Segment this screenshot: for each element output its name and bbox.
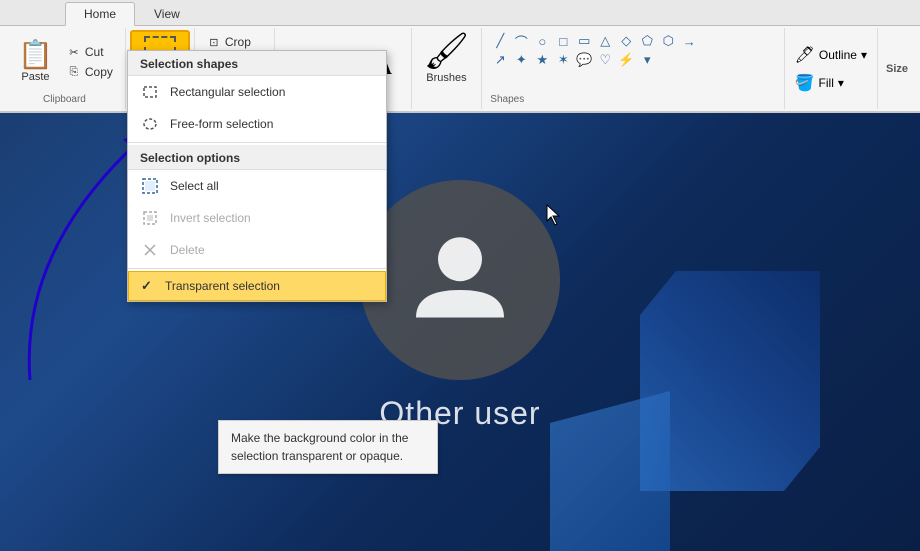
shapes-grid: ╱ ⌒ ○ □ ▭ △ ◇ ⬠ ⬡ → ↗ ✦ ★ ✶ 💬 ♡ ⚡ ▾ [490, 30, 775, 71]
paste-button[interactable]: 📋 Paste [12, 37, 59, 87]
copy-label: Copy [85, 65, 113, 79]
small-buttons: ✂ Cut ⎘ Copy [63, 43, 117, 81]
rectangular-selection-label: Rectangular selection [170, 85, 285, 99]
tab-bar: Home View [0, 0, 920, 26]
transparent-selection-label: Transparent selection [165, 279, 280, 293]
crop-label: Crop [225, 35, 251, 49]
selection-shapes-header: Selection shapes [128, 51, 386, 76]
free-form-selection-label: Free-form selection [170, 117, 273, 131]
shape-line[interactable]: ╱ [490, 32, 510, 50]
outline-button[interactable]: 🖊 Outline ▾ [791, 43, 871, 67]
selection-options-header: Selection options [128, 145, 386, 170]
avatar-circle [360, 180, 560, 380]
outline-icon: 🖊 [795, 45, 815, 65]
tab-home[interactable]: Home [65, 2, 135, 26]
outline-group: 🖊 Outline ▾ 🪣 Fill ▾ [785, 28, 878, 109]
shape-oval[interactable]: ○ [532, 32, 552, 50]
transparent-selection-item[interactable]: ✓ Transparent selection [128, 271, 386, 301]
shape-pentagon[interactable]: ⬠ [637, 32, 657, 50]
avatar-person [405, 224, 515, 337]
outline-chevron: ▾ [861, 48, 867, 62]
tooltip-text: Make the background color in the selecti… [231, 431, 408, 463]
shape-triangle[interactable]: △ [595, 32, 615, 50]
outline-label: Outline [819, 48, 857, 62]
rectangular-selection-icon [140, 82, 160, 102]
menu-divider-2 [128, 268, 386, 269]
size-label: Size [886, 63, 908, 75]
free-form-selection-icon [140, 114, 160, 134]
crop-button[interactable]: ⊡ Crop [203, 33, 266, 51]
clipboard-content: 📋 Paste ✂ Cut ⎘ Copy [12, 30, 117, 94]
paste-label: Paste [21, 71, 49, 83]
shape-arrow-right[interactable]: → [679, 32, 699, 50]
shape-star5[interactable]: ★ [532, 51, 552, 69]
shape-rect[interactable]: □ [553, 32, 573, 50]
invert-selection-item[interactable]: Invert selection [128, 202, 386, 234]
copy-icon: ⎘ [67, 65, 81, 79]
shape-star4[interactable]: ✦ [511, 51, 531, 69]
shape-more[interactable]: ▾ [637, 51, 657, 69]
select-all-label: Select all [170, 179, 219, 193]
clipboard-label: Clipboard [43, 94, 86, 107]
cut-label: Cut [85, 45, 104, 59]
menu-divider-1 [128, 142, 386, 143]
invert-selection-icon [140, 208, 160, 228]
crop-icon: ⊡ [207, 35, 221, 49]
dropdown-menu: Selection shapes Rectangular selection F… [127, 50, 387, 302]
invert-selection-label: Invert selection [170, 211, 251, 225]
delete-label: Delete [170, 243, 205, 257]
shape-callout[interactable]: 💬 [574, 51, 594, 69]
tab-view[interactable]: View [135, 2, 199, 25]
paste-icon: 📋 [18, 41, 53, 69]
fill-icon: 🪣 [795, 73, 815, 93]
cut-icon: ✂ [67, 45, 81, 59]
fill-label: Fill [819, 76, 834, 90]
select-all-icon [140, 176, 160, 196]
cut-button[interactable]: ✂ Cut [63, 43, 117, 61]
check-mark: ✓ [141, 278, 155, 294]
shape-curve[interactable]: ⌒ [511, 32, 531, 50]
shape-diamond[interactable]: ◇ [616, 32, 636, 50]
avatar-container: Other user [360, 180, 560, 432]
rectangular-selection-item[interactable]: Rectangular selection [128, 76, 386, 108]
fill-button[interactable]: 🪣 Fill ▾ [791, 71, 871, 95]
shape-arrow2[interactable]: ↗ [490, 51, 510, 69]
clipboard-group: 📋 Paste ✂ Cut ⎘ Copy Clipboard [4, 28, 126, 109]
delete-icon [140, 240, 160, 260]
shape-star6[interactable]: ✶ [553, 51, 573, 69]
shape-lightning[interactable]: ⚡ [616, 51, 636, 69]
brushes-group: 🖌 Brushes [412, 28, 483, 109]
delete-item[interactable]: Delete [128, 234, 386, 266]
fill-chevron: ▾ [838, 76, 844, 90]
shape-heart[interactable]: ♡ [595, 51, 615, 69]
bg-shape-2 [550, 391, 670, 551]
shapes-label: Shapes [490, 94, 775, 107]
copy-button[interactable]: ⎘ Copy [63, 63, 117, 81]
select-all-item[interactable]: Select all [128, 170, 386, 202]
shape-hexagon[interactable]: ⬡ [658, 32, 678, 50]
tooltip: Make the background color in the selecti… [218, 420, 438, 474]
free-form-selection-item[interactable]: Free-form selection [128, 108, 386, 140]
brushes-icon[interactable]: 🖌 [424, 30, 470, 72]
brushes-label: Brushes [426, 72, 466, 84]
size-group: Size [878, 28, 916, 109]
shape-round-rect[interactable]: ▭ [574, 32, 594, 50]
shapes-group: ╱ ⌒ ○ □ ▭ △ ◇ ⬠ ⬡ → ↗ ✦ ★ ✶ 💬 ♡ ⚡ ▾ Shap… [482, 28, 784, 109]
